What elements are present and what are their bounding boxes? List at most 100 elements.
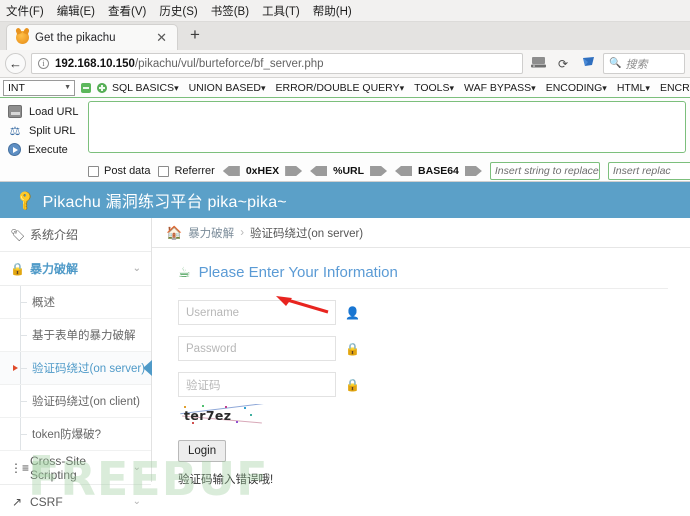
hackbar-type-value: INT — [8, 81, 25, 94]
back-button[interactable]: ← — [5, 53, 26, 74]
sidebar-subitem-label: 验证码绕过(on server) — [32, 363, 146, 375]
split-url-button[interactable]: ⚖ Split URL — [4, 121, 88, 140]
menu-item-help[interactable]: 帮助(H) — [313, 3, 352, 19]
encode-arrow-icon[interactable] — [464, 166, 482, 176]
decode-arrow-icon[interactable] — [310, 166, 328, 176]
home-icon[interactable]: 🏠 — [166, 225, 182, 241]
menu-item-file[interactable]: 文件(F) — [6, 3, 44, 19]
password-placeholder: Password — [186, 342, 237, 355]
hackbar-options-row: Post data Referrer 0xHEX %URL BASE64 Ins… — [0, 159, 690, 181]
sidebar-item-label: 暴力破解 — [30, 262, 79, 276]
replace-search-input[interactable]: Insert string to replace — [489, 162, 600, 180]
load-url-label: Load URL — [29, 105, 79, 118]
pocket-icon[interactable] — [578, 56, 598, 71]
page-title: Pikachu 漏洞练习平台 pika~pika~ — [42, 194, 287, 211]
sidebar-item-brute-force[interactable]: 🔒 暴力破解 ⌄ — [0, 252, 151, 286]
chevron-down-icon[interactable]: ⌄ — [133, 462, 141, 473]
sidebar-subitem-captcha-on-server[interactable]: 验证码绕过(on server) — [0, 352, 152, 385]
hackbar-request-textarea[interactable] — [88, 101, 686, 153]
menu-item-bookmarks[interactable]: 书签(B) — [211, 3, 249, 19]
chevron-down-icon[interactable]: ⌄ — [133, 496, 141, 507]
csrf-icon: ↗ — [11, 494, 23, 509]
form-title: ☕ Please Enter Your Information — [178, 264, 668, 289]
menu-item-edit[interactable]: 编辑(E) — [57, 3, 95, 19]
execute-button[interactable]: Execute — [4, 140, 88, 159]
captcha-input[interactable]: 验证码 — [178, 372, 336, 397]
hackbar-minus-button[interactable] — [81, 82, 91, 93]
sidebar-item-csrf[interactable]: ↗ CSRF ⌄ — [0, 485, 151, 516]
password-input[interactable]: Password — [178, 336, 336, 361]
label: ERROR/DOUBLE QUERY — [275, 81, 400, 94]
hex-encoder[interactable]: 0xHEX — [222, 165, 303, 177]
sidebar-subitem-form-brute-force[interactable]: 基于表单的暴力破解 — [0, 319, 151, 352]
hackbar-type-select[interactable]: INT ▼ — [3, 79, 75, 96]
checkbox-box — [158, 165, 170, 177]
sidebar-subitem-label: 验证码绕过(on client) — [32, 396, 140, 408]
post-data-checkbox[interactable]: Post data — [88, 165, 150, 177]
search-box[interactable]: 🔍 搜索 — [603, 53, 685, 74]
info-icon[interactable]: i — [38, 58, 49, 69]
save-page-icon[interactable] — [528, 56, 548, 71]
captcha-row: 验证码 🔒 — [178, 372, 690, 397]
chevron-down-icon: ▾ — [174, 82, 179, 93]
sidebar-item-system-intro[interactable]: 🏷 系统介绍 — [0, 218, 151, 252]
base64-encoder[interactable]: BASE64 — [395, 165, 482, 177]
execute-label: Execute — [28, 143, 68, 156]
hackbar-actions: Load URL ⚖ Split URL Execute — [4, 101, 88, 159]
new-tab-button[interactable]: + — [178, 25, 210, 47]
replace-with-input[interactable]: Insert replac — [607, 162, 690, 180]
breadcrumb: 🏠 暴力破解 › 验证码绕过(on server) — [152, 218, 690, 248]
sidebar-item-label: 系统介绍 — [30, 228, 79, 242]
encode-arrow-icon[interactable] — [370, 166, 388, 176]
hackbar-menu-waf-bypass[interactable]: WAF BYPASS▾ — [459, 82, 541, 94]
tab-strip: Get the pikachu ✕ + — [0, 22, 690, 50]
hackbar-menu-error-double-query[interactable]: ERROR/DOUBLE QUERY▾ — [270, 82, 409, 94]
sidebar-subitem-captcha-on-client[interactable]: 验证码绕过(on client) — [0, 385, 151, 418]
label: WAF BYPASS — [464, 81, 532, 94]
url-path: /pikachu/vul/burteforce/bf_server.php — [134, 57, 324, 70]
sidebar-subitem-label: token防爆破? — [32, 429, 102, 441]
sidebar-subitem-token[interactable]: token防爆破? — [0, 418, 151, 451]
hackbar-menu-row: INT ▼ SQL BASICS▾ UNION BASED▾ ERROR/DOU… — [0, 78, 690, 98]
hackbar-menu-tools[interactable]: TOOLS▾ — [409, 82, 459, 94]
browser-tab[interactable]: Get the pikachu ✕ — [6, 24, 178, 50]
navigation-bar: ← i 192.168.10.150/pikachu/vul/burteforc… — [0, 50, 690, 78]
cup-icon: ☕ — [178, 264, 191, 280]
captcha-image[interactable]: ter7ez — [178, 404, 268, 426]
url-bar[interactable]: i 192.168.10.150/pikachu/vul/burteforce/… — [31, 53, 523, 74]
sidebar-item-xss[interactable]: ⋮≡ Cross-Site Scripting ⌄ — [0, 451, 151, 485]
username-row: Username 👤 — [178, 300, 690, 325]
decode-arrow-icon[interactable] — [222, 166, 240, 176]
encode-arrow-icon[interactable] — [285, 166, 303, 176]
hackbar-plus-button[interactable] — [97, 82, 107, 93]
url-label: %URL — [333, 165, 365, 177]
menu-item-history[interactable]: 历史(S) — [159, 3, 197, 19]
hackbar-menu-union-based[interactable]: UNION BASED▾ — [184, 82, 271, 94]
close-icon[interactable]: ✕ — [154, 30, 169, 46]
referrer-label: Referrer — [174, 165, 215, 177]
hackbar-menu-encryption[interactable]: ENCRYPTION▾ — [655, 82, 690, 94]
url-encoder[interactable]: %URL — [310, 165, 388, 177]
breadcrumb-parent[interactable]: 暴力破解 — [188, 225, 234, 241]
decode-arrow-icon[interactable] — [395, 166, 413, 176]
login-button[interactable]: Login — [178, 440, 227, 462]
menu-item-view[interactable]: 查看(V) — [108, 3, 146, 19]
hackbar-menu-html[interactable]: HTML▾ — [612, 82, 655, 94]
hackbar-menu-sql-basics[interactable]: SQL BASICS▾ — [107, 82, 184, 94]
label: ENCRYPTION — [659, 81, 690, 94]
menu-item-tools[interactable]: 工具(T) — [262, 3, 300, 19]
chevron-down-icon[interactable]: ⌄ — [133, 263, 141, 274]
breadcrumb-current: 验证码绕过(on server) — [250, 227, 364, 240]
reload-icon[interactable]: ⟳ — [553, 57, 573, 71]
hackbar-menu-encoding[interactable]: ENCODING▾ — [541, 82, 612, 94]
hackbar-body: Load URL ⚖ Split URL Execute — [0, 98, 690, 159]
checkbox-box — [88, 165, 99, 177]
watermark-bar — [33, 455, 50, 477]
form-title-label: Please Enter Your Information — [198, 264, 398, 281]
referrer-checkbox[interactable]: Referrer — [158, 165, 215, 177]
pocket-icon-svg — [582, 57, 594, 66]
label: ENCODING — [545, 81, 603, 94]
sidebar-subitem-overview[interactable]: 概述 — [0, 286, 151, 319]
search-placeholder: 搜索 — [625, 58, 648, 71]
load-url-button[interactable]: Load URL — [4, 102, 88, 121]
